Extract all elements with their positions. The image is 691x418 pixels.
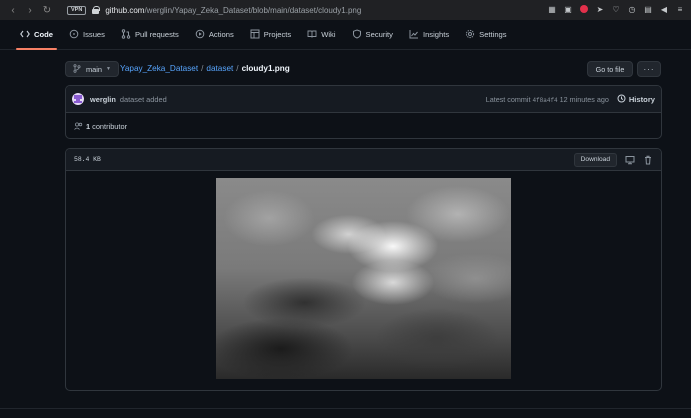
camera-icon[interactable]: ▣	[563, 4, 573, 14]
tab-label: Wiki	[321, 29, 336, 39]
play-icon	[195, 29, 205, 39]
breadcrumb: Yapay_Zeka_Dataset / dataset / cloudy1.png	[120, 64, 290, 73]
repo-link[interactable]: Yapay_Zeka_Dataset	[120, 64, 198, 73]
graph-icon	[409, 29, 419, 39]
tab-label: Actions	[208, 29, 234, 39]
browser-toolbar: ‹ › ↻ VPN github.com/werglin/Yapay_Zeka_…	[0, 0, 691, 20]
lock-icon	[92, 6, 101, 14]
tab-label: Projects	[263, 29, 292, 39]
shield-icon[interactable]	[579, 4, 589, 14]
tab-label: Code	[34, 29, 53, 39]
tab-label: Security	[365, 29, 393, 39]
commit-message[interactable]: dataset added	[120, 95, 167, 104]
divider	[0, 408, 691, 409]
contributor-count: 1	[86, 122, 91, 131]
tab-label: Insights	[422, 29, 450, 39]
back-icon[interactable]: ‹	[6, 3, 20, 17]
tab-label: Settings	[479, 29, 507, 39]
tab-pull-requests[interactable]: Pull requests	[115, 19, 185, 49]
go-to-file-button[interactable]: Go to file	[587, 61, 633, 77]
history-link[interactable]: History	[617, 94, 655, 105]
sidebar-icon[interactable]: ▤	[643, 4, 653, 14]
tab-security[interactable]: Security	[346, 19, 399, 49]
breadcrumb-separator: /	[236, 64, 239, 73]
latest-commit-row: werglin dataset added Latest commit 4f8a…	[66, 86, 661, 113]
latest-commit-info: Latest commit 4f8a4f4 12 minutes ago	[486, 95, 609, 104]
menu-icon[interactable]: ≡	[675, 4, 685, 14]
forward-icon[interactable]: ›	[23, 3, 37, 17]
issue-icon	[69, 29, 79, 39]
heart-icon[interactable]: ♡	[611, 4, 621, 14]
repo-nav: Code Issues Pull requests Actions Projec…	[0, 20, 691, 50]
cloudy-sky-image	[216, 178, 511, 379]
file-name: cloudy1.png	[241, 64, 290, 73]
contributors-row[interactable]: 1 contributor	[66, 113, 661, 138]
tab-code[interactable]: Code	[14, 19, 59, 50]
pull-request-icon	[121, 29, 131, 39]
folder-link[interactable]: dataset	[206, 64, 233, 73]
tab-insights[interactable]: Insights	[403, 19, 455, 49]
file-viewer: 58.4 KB Download	[65, 148, 662, 391]
vpn-badge[interactable]: VPN	[67, 5, 87, 15]
commit-box: werglin dataset added Latest commit 4f8a…	[65, 85, 662, 139]
contributor-label: contributor	[92, 122, 128, 131]
file-size: 58.4 KB	[74, 156, 101, 163]
clock-icon[interactable]: ◷	[627, 4, 637, 14]
latest-commit-label: Latest commit	[485, 94, 531, 104]
branch-select[interactable]: main ▼	[65, 61, 119, 77]
trash-icon[interactable]	[643, 155, 653, 165]
url-path: /werglin/Yapay_Zeka_Dataset/blob/main/da…	[144, 5, 362, 15]
breadcrumb-separator: /	[201, 64, 204, 73]
code-icon	[20, 29, 30, 39]
download-button[interactable]: Download	[573, 152, 617, 167]
more-options-button[interactable]: ···	[637, 61, 661, 77]
commit-time: 12 minutes ago	[559, 94, 609, 104]
tab-actions[interactable]: Actions	[189, 19, 240, 49]
shield-icon	[352, 29, 362, 39]
tab-projects[interactable]: Projects	[244, 19, 297, 49]
book-icon	[307, 29, 317, 39]
table-icon	[250, 29, 260, 39]
tab-settings[interactable]: Settings	[459, 19, 512, 49]
speaker-icon[interactable]: ◀	[659, 4, 669, 14]
history-label: History	[628, 94, 655, 104]
tab-issues[interactable]: Issues	[63, 19, 111, 49]
gear-icon	[465, 29, 475, 39]
tab-label: Pull requests	[134, 29, 179, 39]
grid-icon[interactable]: ▦	[547, 4, 557, 14]
chevron-down-icon: ▼	[106, 66, 111, 72]
send-icon[interactable]: ➤	[595, 4, 605, 14]
history-icon	[617, 94, 626, 105]
branch-icon	[73, 63, 81, 75]
file-header: 58.4 KB Download	[66, 149, 661, 171]
commit-author[interactable]: werglin	[90, 95, 116, 104]
address-bar[interactable]: github.com/werglin/Yapay_Zeka_Dataset/bl…	[105, 6, 361, 15]
tab-label: Issues	[82, 29, 105, 39]
people-icon	[74, 121, 83, 132]
commit-sha[interactable]: 4f8a4f4	[532, 97, 557, 104]
avatar[interactable]	[72, 93, 84, 105]
tab-wiki[interactable]: Wiki	[301, 19, 341, 49]
branch-name: main	[86, 64, 103, 74]
desktop-icon[interactable]	[625, 155, 635, 165]
url-host: github.com	[105, 5, 145, 15]
reload-icon[interactable]: ↻	[40, 3, 54, 17]
